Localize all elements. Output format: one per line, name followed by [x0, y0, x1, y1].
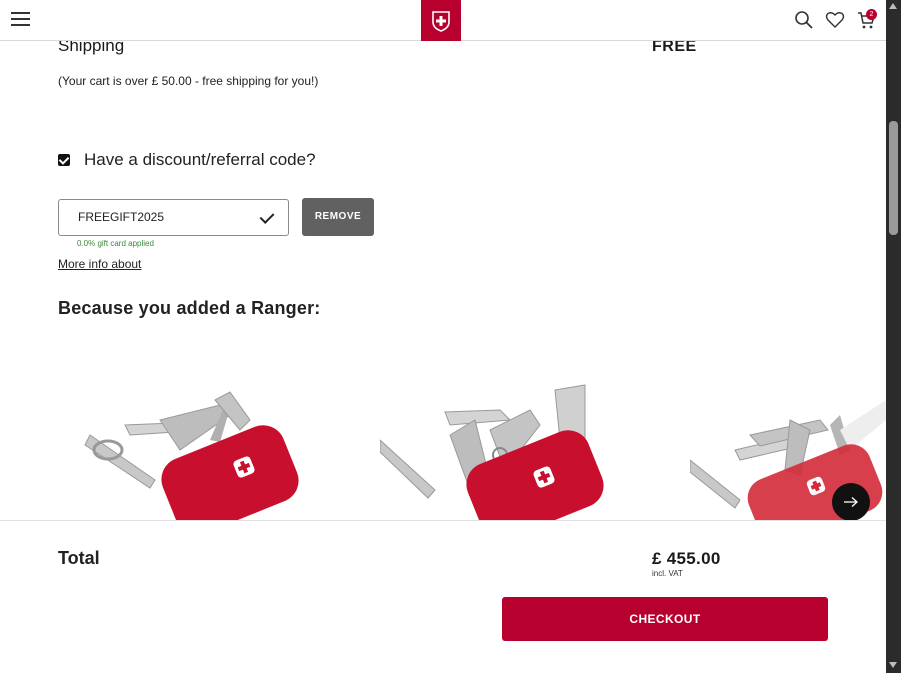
- carousel-next-button[interactable]: [832, 483, 870, 521]
- site-header: 2: [0, 0, 886, 41]
- free-shipping-note: (Your cart is over £ 50.00 - free shippi…: [58, 74, 319, 88]
- discount-checkbox[interactable]: [58, 154, 70, 166]
- discount-code-input[interactable]: FREEGIFT2025: [58, 199, 289, 236]
- knife-image: [84, 391, 299, 520]
- cart-count-badge: 2: [866, 9, 877, 20]
- scrollbar-thumb[interactable]: [889, 121, 898, 235]
- swiss-cross-shield-logo: [432, 10, 450, 32]
- scroll-up-arrow-icon[interactable]: [889, 3, 897, 9]
- search-icon[interactable]: [794, 10, 814, 30]
- page-scrollbar[interactable]: [886, 0, 901, 673]
- remove-code-button[interactable]: REMOVE: [302, 198, 374, 236]
- brand-logo[interactable]: [421, 0, 461, 41]
- discount-label: Have a discount/referral code?: [84, 150, 316, 169]
- product-card-2[interactable]: [380, 380, 620, 520]
- recommendations-title: Because you added a Ranger:: [58, 298, 321, 318]
- total-value: £ 455.00: [652, 549, 721, 568]
- heart-icon[interactable]: [825, 10, 845, 30]
- scroll-down-arrow-icon[interactable]: [889, 662, 897, 668]
- product-card-1[interactable]: [80, 380, 320, 520]
- hamburger-menu-icon[interactable]: [11, 11, 30, 28]
- arrow-right-icon: [844, 497, 858, 507]
- discount-code-value: FREEGIFT2025: [78, 210, 165, 224]
- order-summary-footer: Total £ 455.00 incl. VAT CHECKOUT: [0, 520, 886, 674]
- total-label: Total: [58, 548, 100, 568]
- vat-note: incl. VAT: [652, 569, 683, 578]
- gift-card-applied-note: 0.0% gift card applied: [77, 239, 154, 248]
- checkmark-icon: [259, 209, 275, 224]
- more-info-link[interactable]: More info about: [58, 257, 141, 271]
- checkout-button[interactable]: CHECKOUT: [502, 597, 828, 641]
- knife-image: [380, 384, 604, 520]
- discount-toggle[interactable]: Have a discount/referral code?: [58, 150, 316, 170]
